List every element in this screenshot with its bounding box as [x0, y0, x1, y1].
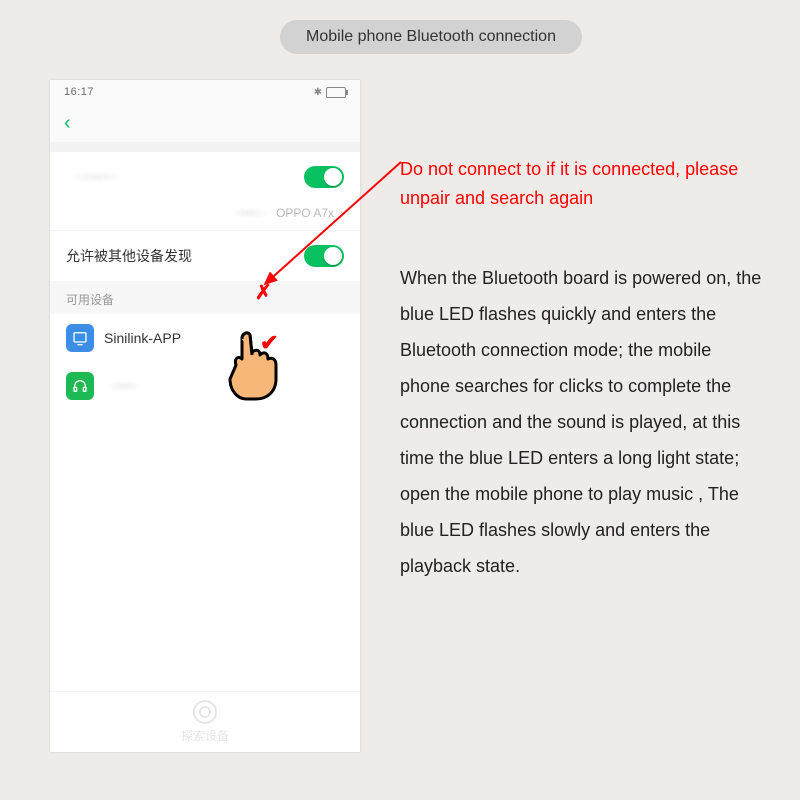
discover-icon — [193, 700, 217, 724]
device-other-row[interactable] — [50, 362, 360, 410]
warning-text: Do not connect to if it is connected, pl… — [400, 155, 780, 213]
phone-model-row: OPPO A7x › — [50, 202, 360, 230]
x-mark-icon: ✗ — [255, 280, 272, 305]
hand-pointer-icon — [218, 325, 288, 405]
battery-icon — [326, 87, 346, 98]
blurred-label — [66, 171, 126, 183]
status-bar: 16:17 ✱ — [50, 80, 360, 104]
chevron-right-icon: › — [340, 206, 344, 220]
section-header-text: 可用设备 — [66, 293, 114, 307]
divider — [50, 142, 360, 152]
headset-icon — [66, 372, 94, 400]
device-sinilink-row[interactable]: Sinilink-APP — [50, 314, 360, 362]
body-text: When the Bluetooth board is powered on, … — [400, 260, 765, 584]
title-text: Mobile phone Bluetooth connection — [306, 28, 556, 46]
navbar: ‹ — [50, 104, 360, 142]
body-text-content: When the Bluetooth board is powered on, … — [400, 268, 761, 576]
phone-model-text: OPPO A7x — [276, 206, 334, 220]
status-right: ✱ — [314, 87, 346, 98]
device-icon — [66, 324, 94, 352]
bluetooth-icon: ✱ — [314, 87, 322, 98]
phone-mockup: 16:17 ✱ ‹ OPPO A7x › 允许被其他设备发现 可用设备 Sini… — [50, 80, 360, 752]
warning-text-content: Do not connect to if it is connected, pl… — [400, 159, 738, 208]
toggle-on-icon[interactable] — [304, 166, 344, 188]
back-icon[interactable]: ‹ — [64, 112, 71, 135]
discoverable-row[interactable]: 允许被其他设备发现 — [50, 230, 360, 281]
bottom-nav-label: 探索设备 — [181, 727, 229, 744]
bluetooth-toggle-row[interactable] — [50, 152, 360, 202]
device-label: Sinilink-APP — [104, 330, 181, 346]
title-pill: Mobile phone Bluetooth connection — [280, 20, 582, 54]
section-header: 可用设备 — [50, 281, 360, 314]
blurred-label — [230, 207, 270, 219]
discoverable-label: 允许被其他设备发现 — [66, 246, 192, 266]
blurred-label — [104, 380, 144, 392]
bottom-nav: 探索设备 — [50, 691, 360, 752]
toggle-on-icon[interactable] — [304, 245, 344, 267]
status-time: 16:17 — [64, 86, 94, 98]
